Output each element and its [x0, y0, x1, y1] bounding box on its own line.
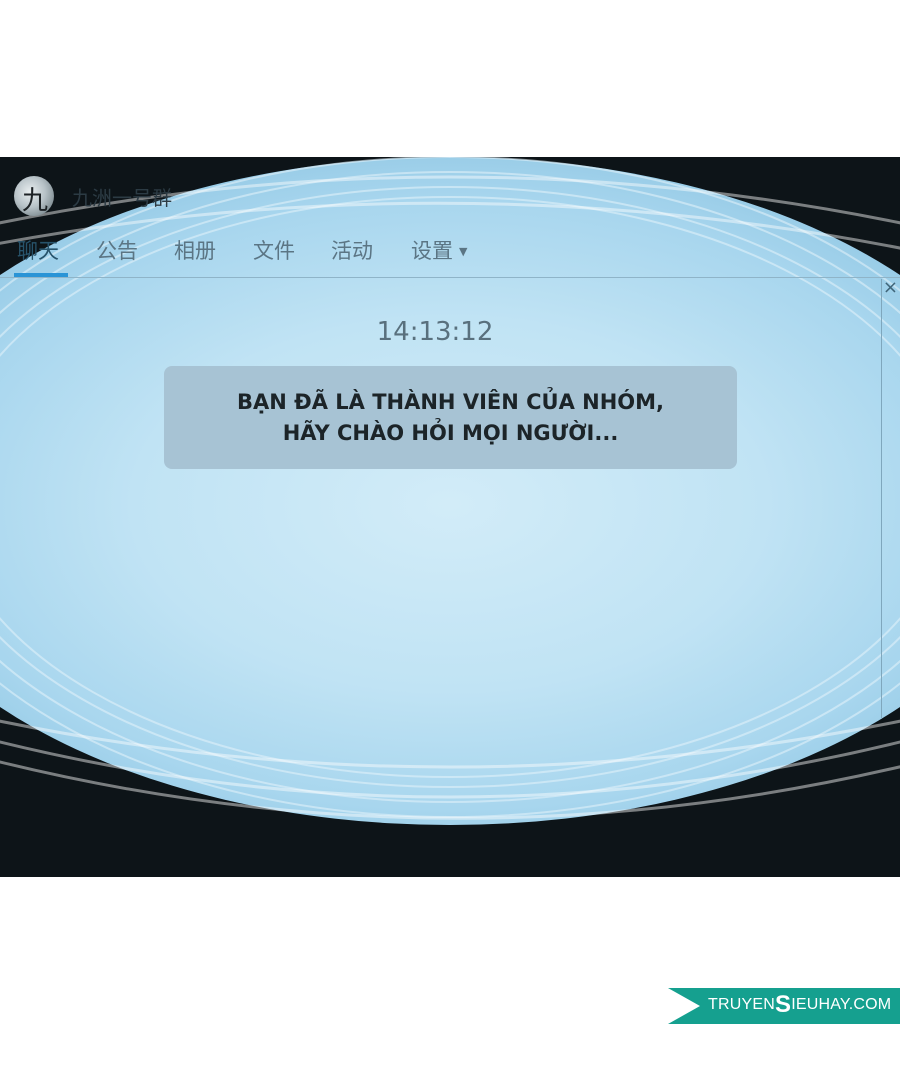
watermark-prefix: TRUYEN — [708, 996, 775, 1013]
watermark-text: TRUYENSIEUHAY.COM — [708, 993, 892, 1017]
group-avatar[interactable]: 九 — [14, 176, 54, 216]
tab-chat[interactable]: 聊天 — [17, 235, 59, 265]
active-tab-indicator — [14, 273, 68, 277]
message-timestamp: 14:13:12 — [376, 317, 494, 347]
watermark-logo: TRUYENSIEUHAY.COM — [668, 988, 900, 1024]
system-message-bubble: BẠN ĐÃ LÀ THÀNH VIÊN CỦA NHÓM, HÃY CHÀO … — [164, 366, 737, 469]
tab-announcement[interactable]: 公告 — [96, 235, 138, 265]
scroll-edge — [881, 279, 882, 719]
chat-window: 九 九洲一号群 聊天 公告 相册 文件 活动 设置 ▼ × 14:13:12 BẠ… — [0, 157, 900, 877]
watermark-suffix: IEUHAY.COM — [791, 996, 892, 1013]
tab-settings[interactable]: 设置 ▼ — [411, 235, 467, 265]
group-header: 九 九洲一号群 — [14, 171, 172, 221]
avatar-glyph: 九 — [22, 186, 49, 216]
tab-files[interactable]: 文件 — [253, 235, 295, 265]
system-message-text: BẠN ĐÃ LÀ THÀNH VIÊN CỦA NHÓM, HÃY CHÀO … — [236, 389, 665, 445]
tab-settings-label: 设置 — [411, 239, 453, 263]
group-name: 九洲一号群 — [72, 185, 172, 210]
tab-activity[interactable]: 活动 — [331, 235, 373, 265]
tab-album[interactable]: 相册 — [174, 235, 216, 265]
caret-down-icon: ▼ — [459, 245, 468, 258]
close-icon[interactable]: × — [883, 277, 898, 298]
watermark-big-letter: S — [774, 991, 792, 1018]
tab-bar: 聊天 公告 相册 文件 活动 设置 ▼ — [0, 233, 900, 278]
